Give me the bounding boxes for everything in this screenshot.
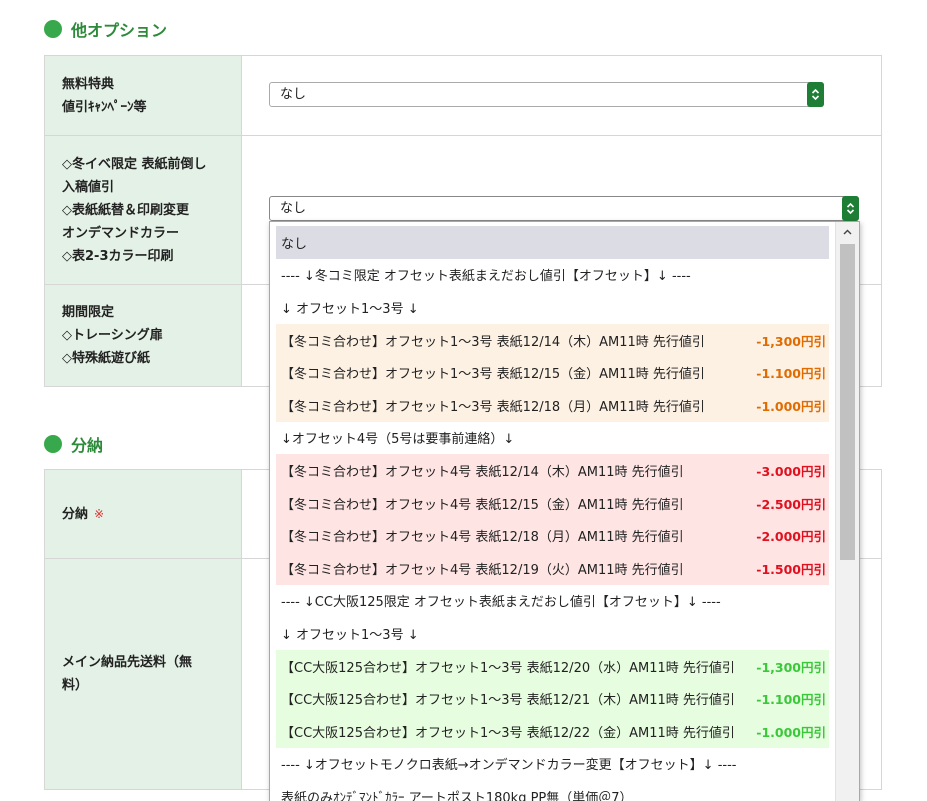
section-title-text: 分納	[71, 436, 104, 455]
dropdown-option[interactable]: 【CC大阪125合わせ】オフセット1～3号 表紙12/20（水）AM11時 先行…	[276, 649, 829, 683]
dropdown-option[interactable]: 【冬コミ合わせ】オフセット1～3号 表紙12/15（金）AM11時 先行値引 -1…	[276, 356, 829, 389]
chevron-up-down-icon	[807, 82, 824, 107]
option-text: なし	[281, 236, 308, 252]
label-line: 期間限定	[62, 305, 115, 320]
option-text: ↓ オフセット1～3号 ↓	[281, 301, 419, 317]
option-text: ↓オフセット4号（5号は要事前連絡）↓	[281, 432, 515, 448]
option-discount: -1,300円引	[756, 333, 826, 349]
dropdown-option[interactable]: ↓ オフセット1～3号 ↓	[276, 617, 829, 650]
option-text: ↓ オフセット1～3号 ↓	[281, 627, 419, 643]
label-winter-event: ◇冬イベ限定 表紙前倒し 入稿値引 ◇表紙紙替＆印刷変更 オンデマンドカラー ◇…	[45, 136, 242, 284]
option-text: 【冬コミ合わせ】オフセット1～3号 表紙12/14（木）AM11時 先行値引	[281, 334, 705, 350]
label-line: ◇冬イベ限定 表紙前倒し	[62, 156, 207, 172]
free-bonus-select[interactable]: なし	[269, 82, 824, 107]
option-text: ---- ↓オフセットモノクロ表紙→オンデマンドカラー変更【オフセット】↓ --…	[281, 758, 737, 774]
label-line: ◇表2-3カラー印刷	[62, 248, 174, 264]
dropdown-option[interactable]: 【冬コミ合わせ】オフセット1～3号 表紙12/14（木）AM11時 先行値引 -1…	[276, 323, 829, 357]
label-line: 料）	[62, 678, 89, 693]
option-text: 【冬コミ合わせ】オフセット1～3号 表紙12/15（金）AM11時 先行値引	[281, 367, 705, 383]
option-text: 【CC大阪125合わせ】オフセット1～3号 表紙12/21（木）AM11時 先行…	[281, 693, 735, 709]
option-discount: -1,300円引	[756, 659, 826, 675]
dropdown-option[interactable]: ---- ↓CC大阪125限定 オフセット表紙まえだおし値引【オフセット】↓ -…	[276, 585, 829, 618]
winter-event-dropdown-list[interactable]: なし ---- ↓冬コミ限定 オフセット表紙まえだおし値引【オフセット】↓ ---…	[269, 221, 860, 801]
section-title-text: 他オプション	[71, 21, 168, 40]
label-free-bonus: 無料特典 値引ｷｬﾝﾍﾟｰﾝ等	[45, 56, 242, 135]
option-discount: -2.000円引	[756, 529, 826, 545]
winter-event-select[interactable]: なし	[269, 196, 859, 221]
green-circle-icon	[44, 435, 62, 453]
scroll-up-arrow-icon[interactable]	[836, 222, 859, 242]
label-text: 分納	[62, 506, 89, 522]
row-free-bonus: 無料特典 値引ｷｬﾝﾍﾟｰﾝ等 なし	[45, 56, 881, 136]
option-discount: -1.500円引	[756, 561, 826, 577]
dropdown-option[interactable]: 【冬コミ合わせ】オフセット1～3号 表紙12/18（月）AM11時 先行値引 -1…	[276, 388, 829, 422]
label-line: ◇表紙紙替＆印刷変更	[62, 202, 189, 218]
label-line: ◇特殊紙遊び紙	[62, 351, 150, 366]
label-line: 無料特典	[62, 76, 115, 92]
dropdown-option[interactable]: 【冬コミ合わせ】オフセット4号 表紙12/14（木）AM11時 先行値引 -3.0…	[276, 454, 829, 487]
dropdown-option[interactable]: ↓オフセット4号（5号は要事前連絡）↓	[276, 422, 829, 455]
option-discount: -1.100円引	[756, 366, 826, 382]
dropdown-option[interactable]: 【CC大阪125合わせ】オフセット1～3号 表紙12/21（木）AM11時 先行…	[276, 682, 829, 715]
label-installment: 分納 ※	[45, 470, 242, 558]
option-text: 【冬コミ合わせ】オフセット1～3号 表紙12/18（月）AM11時 先行値引	[281, 399, 705, 415]
select-value: なし	[280, 87, 307, 102]
scrollbar-thumb[interactable]	[840, 244, 855, 560]
option-text: ---- ↓冬コミ限定 オフセット表紙まえだおし値引【オフセット】↓ ----	[281, 269, 691, 285]
option-text: 【冬コミ合わせ】オフセット4号 表紙12/19（火）AM11時 先行値引	[281, 562, 684, 578]
dropdown-option-selected[interactable]: なし	[276, 226, 829, 259]
dropdown-option[interactable]: 【CC大阪125合わせ】オフセット1～3号 表紙12/22（金）AM11時 先行…	[276, 714, 829, 748]
section-title-installment: 分納	[44, 432, 103, 456]
option-discount: -1.100円引	[756, 692, 826, 708]
dropdown-option[interactable]: ---- ↓オフセットモノクロ表紙→オンデマンドカラー変更【オフセット】↓ --…	[276, 748, 829, 781]
option-text: 【CC大阪125合わせ】オフセット1～3号 表紙12/22（金）AM11時 先行…	[281, 725, 735, 741]
label-line: 入稿値引	[62, 179, 115, 195]
label-limited-period: 期間限定 ◇トレーシング扉 ◇特殊紙遊び紙	[45, 285, 242, 386]
label-line: オンデマンドカラー	[62, 225, 180, 241]
option-text: 【冬コミ合わせ】オフセット4号 表紙12/14（木）AM11時 先行値引	[281, 464, 684, 480]
dropdown-option[interactable]: ---- ↓冬コミ限定 オフセット表紙まえだおし値引【オフセット】↓ ----	[276, 259, 829, 292]
value-free-bonus: なし	[242, 56, 881, 135]
green-circle-icon	[44, 20, 62, 38]
option-discount: -3.000円引	[756, 463, 826, 479]
chevron-up-down-icon	[842, 196, 859, 221]
label-line: ◇トレーシング扉	[62, 328, 163, 343]
option-text: 【CC大阪125合わせ】オフセット1～3号 表紙12/20（水）AM11時 先行…	[281, 660, 735, 676]
required-mark: ※	[94, 506, 105, 521]
label-line: メイン納品先送料（無	[62, 655, 193, 670]
dropdown-option[interactable]: ↓ オフセット1～3号 ↓	[276, 291, 829, 324]
label-main-delivery: メイン納品先送料（無 料）	[45, 559, 242, 789]
option-discount: -1.000円引	[756, 398, 826, 414]
dropdown-option[interactable]: 【冬コミ合わせ】オフセット4号 表紙12/19（火）AM11時 先行値引 -1.5…	[276, 551, 829, 585]
label-line: 値引ｷｬﾝﾍﾟｰﾝ等	[62, 99, 147, 115]
option-text: 【冬コミ合わせ】オフセット4号 表紙12/18（月）AM11時 先行値引	[281, 530, 684, 546]
dropdown-option[interactable]: 【冬コミ合わせ】オフセット4号 表紙12/15（金）AM11時 先行値引 -2.5…	[276, 486, 829, 520]
dropdown-scrollbar[interactable]	[835, 222, 859, 801]
section-title-other-options: 他オプション	[44, 17, 167, 41]
option-text: 表紙のみｵﾝﾃﾞﾏﾝﾄﾞｶﾗｰ アートポスト180kg PP無（単価＠7）	[281, 790, 633, 801]
select-value: なし	[280, 201, 307, 216]
dropdown-options: なし ---- ↓冬コミ限定 オフセット表紙まえだおし値引【オフセット】↓ ---…	[276, 226, 829, 801]
dropdown-option[interactable]: 【冬コミ合わせ】オフセット4号 表紙12/18（月）AM11時 先行値引 -2.0…	[276, 519, 829, 552]
option-text: 【冬コミ合わせ】オフセット4号 表紙12/15（金）AM11時 先行値引	[281, 497, 684, 513]
option-discount: -1.000円引	[756, 724, 826, 740]
option-text: ---- ↓CC大阪125限定 オフセット表紙まえだおし値引【オフセット】↓ -…	[281, 595, 721, 611]
option-discount: -2.500円引	[756, 496, 826, 512]
dropdown-option[interactable]: 表紙のみｵﾝﾃﾞﾏﾝﾄﾞｶﾗｰ アートポスト180kg PP無（単価＠7）	[276, 780, 829, 801]
